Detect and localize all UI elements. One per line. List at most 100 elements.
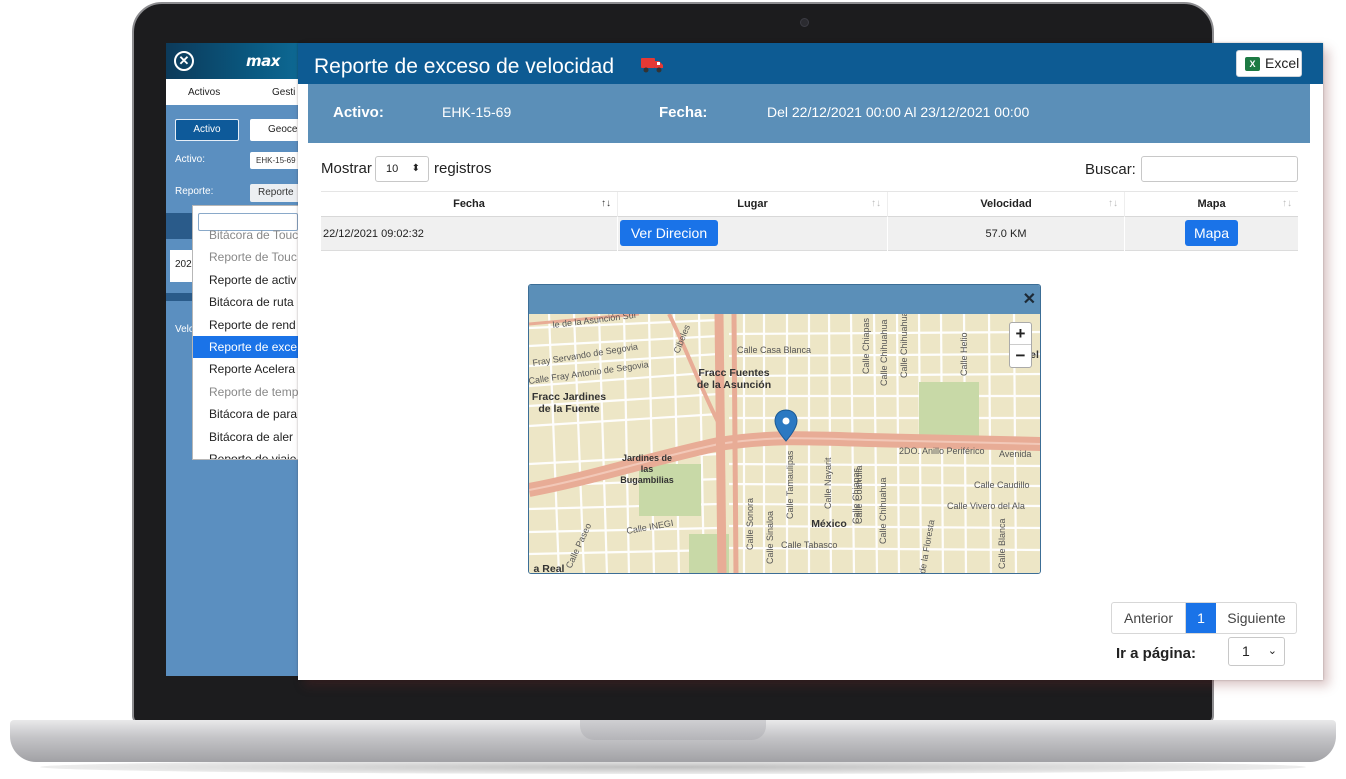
mapa-button[interactable]: Mapa xyxy=(1185,220,1238,246)
map-label: Calle Sinaloa xyxy=(765,511,775,564)
column-fecha-label: Fecha xyxy=(453,198,485,210)
dropdown-option[interactable]: Reporte de rend xyxy=(193,314,299,336)
map-view[interactable]: le de la Asunción Sur Fray Servando de S… xyxy=(529,310,1041,574)
map-label: Calle Caudillo xyxy=(974,480,1030,490)
fecha-info-value: Del 22/12/2021 00:00 Al 23/12/2021 00:00 xyxy=(767,104,1030,120)
report-info-bar: Activo: EHK-15-69 Fecha: Del 22/12/2021 … xyxy=(308,84,1310,143)
speed-report-window: Reporte de exceso de velocidad X Excel A… xyxy=(298,43,1323,680)
map-label: México xyxy=(811,518,847,530)
laptop-shadow xyxy=(40,760,1306,774)
activo-button[interactable]: Activo xyxy=(175,119,239,141)
map-label: Calle Casa Blanca xyxy=(737,345,811,355)
back-header: ✕ max xyxy=(166,43,316,79)
nav-gestion[interactable]: Gesti xyxy=(272,87,295,98)
column-mapa-label: Mapa xyxy=(1197,198,1226,210)
page-title: Reporte de exceso de velocidad xyxy=(314,55,615,78)
next-page-button[interactable]: Siguiente xyxy=(1216,603,1297,633)
dropdown-option[interactable]: Reporte de activ xyxy=(193,269,299,291)
map-label: Bugambilias xyxy=(620,475,674,485)
column-fecha[interactable]: Fecha ↑↓ xyxy=(321,192,618,218)
sort-icon: ↑↓ xyxy=(871,198,881,209)
map-label: Calle Tamaulipas xyxy=(785,450,795,519)
show-entries-suffix: registros xyxy=(434,160,492,177)
zoom-out-button[interactable]: − xyxy=(1010,345,1031,367)
column-velocidad-label: Velocidad xyxy=(980,198,1032,210)
nav-activos[interactable]: Activos xyxy=(188,87,220,98)
cell-velocidad: 57.0 KM xyxy=(888,217,1125,251)
map-label: de la Fuente xyxy=(538,403,599,415)
search-input[interactable] xyxy=(1141,156,1298,182)
fecha-info-label: Fecha: xyxy=(659,104,708,121)
ver-direccion-button[interactable]: Ver Direcion xyxy=(620,220,718,246)
search-label: Buscar: xyxy=(1085,161,1136,178)
sort-icon: ↑↓ xyxy=(601,198,611,209)
entries-value: 10 xyxy=(386,163,399,175)
sort-icon: ↑↓ xyxy=(1282,198,1292,209)
entries-per-page-select[interactable]: 10 ⬍ xyxy=(375,156,429,182)
map-modal: ✕ le de la Asunción Sur Fray Servando de… xyxy=(528,284,1041,574)
camera-icon xyxy=(800,18,809,27)
goto-page-value: 1 xyxy=(1242,643,1250,659)
cell-mapa: Mapa xyxy=(1125,217,1298,251)
map-label: Fracc Jardines xyxy=(532,391,606,403)
map-label: Calle Chihuahua xyxy=(879,319,889,386)
report-dropdown[interactable]: Bitácora de Touc Reporte de Touc Reporte d… xyxy=(192,205,300,460)
column-mapa[interactable]: Mapa ↑↓ xyxy=(1125,192,1298,218)
goto-page-select[interactable]: 1 ⌄ xyxy=(1228,637,1285,666)
activo-info-label: Activo: xyxy=(333,104,384,121)
dropdown-option[interactable]: Reporte de viaje xyxy=(193,448,299,459)
select-arrows-icon: ⬍ xyxy=(411,163,420,174)
close-icon[interactable]: ✕ xyxy=(1023,289,1036,309)
laptop-notch xyxy=(580,720,766,740)
activo-label: Activo: xyxy=(175,154,206,165)
excel-icon: X xyxy=(1245,57,1260,71)
dropdown-option[interactable]: Bitácora de para xyxy=(193,403,299,425)
map-label: las xyxy=(641,464,654,474)
map-label: Calle Helio xyxy=(959,332,969,376)
map-label: de la Asunción xyxy=(697,379,771,391)
prev-page-button[interactable]: Anterior xyxy=(1112,603,1186,633)
map-label: 2DO. Anillo Periférico xyxy=(899,446,985,456)
brand-logo: max xyxy=(246,52,280,70)
title-bar: Reporte de exceso de velocidad X Excel xyxy=(298,43,1323,84)
truck-icon xyxy=(641,58,663,73)
table-row: 22/12/2021 09:02:32 Ver Direcion 57.0 KM… xyxy=(321,217,1298,251)
dropdown-option[interactable]: Bitácora de aler xyxy=(193,426,299,448)
dropdown-option[interactable]: Reporte de temp xyxy=(193,381,299,403)
column-lugar[interactable]: Lugar ↑↓ xyxy=(618,192,888,218)
map-label: Calle Vivero del Ala xyxy=(947,501,1025,511)
excel-export-button[interactable]: X Excel xyxy=(1236,50,1302,77)
reporte-label: Reporte: xyxy=(175,186,214,197)
goto-page-label: Ir a página: xyxy=(1116,645,1197,662)
map-canvas[interactable]: le de la Asunción Sur Fray Servando de S… xyxy=(529,310,1041,574)
map-label: a Real xyxy=(534,563,565,574)
zoom-in-button[interactable]: + xyxy=(1010,323,1031,345)
map-label: Calle Tabasco xyxy=(781,540,837,550)
cell-fecha: 22/12/2021 09:02:32 xyxy=(321,217,618,251)
column-velocidad[interactable]: Velocidad ↑↓ xyxy=(888,192,1125,218)
page-1-button[interactable]: 1 xyxy=(1186,603,1216,633)
cell-lugar: Ver Direcion xyxy=(618,217,888,251)
pagination: Anterior 1 Siguiente xyxy=(1111,602,1297,634)
sort-icon: ↑↓ xyxy=(1108,198,1118,209)
map-label: Calle Chihuahua xyxy=(878,477,888,544)
show-entries-label: Mostrar xyxy=(321,160,372,177)
map-label: Calle Nayarit xyxy=(823,457,833,509)
map-label: Calle Chiapas xyxy=(851,467,861,524)
dropdown-option[interactable]: Reporte de Touc xyxy=(193,246,299,268)
dropdown-option[interactable]: Bitácora de ruta xyxy=(193,291,299,313)
map-modal-header: ✕ xyxy=(529,285,1040,314)
back-nav: Activos Gesti xyxy=(166,79,316,105)
close-icon[interactable]: ✕ xyxy=(174,51,194,71)
dropdown-option[interactable]: Reporte Acelera xyxy=(193,358,299,380)
table-header: Fecha ↑↓ Lugar ↑↓ Velocidad ↑↓ Mapa ↑↓ xyxy=(321,191,1298,218)
laptop-mockup: ✕ max Activos Gesti Activo Geoce Activo:… xyxy=(0,0,1346,779)
map-label: Calle Blanca xyxy=(997,518,1007,569)
dropdown-option[interactable]: Reporte de exce xyxy=(193,336,299,358)
dropdown-option[interactable]: Bitácora de Touc xyxy=(193,224,299,246)
chevron-down-icon: ⌄ xyxy=(1267,645,1277,657)
map-label: Calle Chihuahua xyxy=(899,314,909,378)
map-label: Fracc Fuentes xyxy=(698,367,769,379)
map-label: Jardines de xyxy=(622,453,672,463)
activo-info-value: EHK-15-69 xyxy=(442,104,512,120)
